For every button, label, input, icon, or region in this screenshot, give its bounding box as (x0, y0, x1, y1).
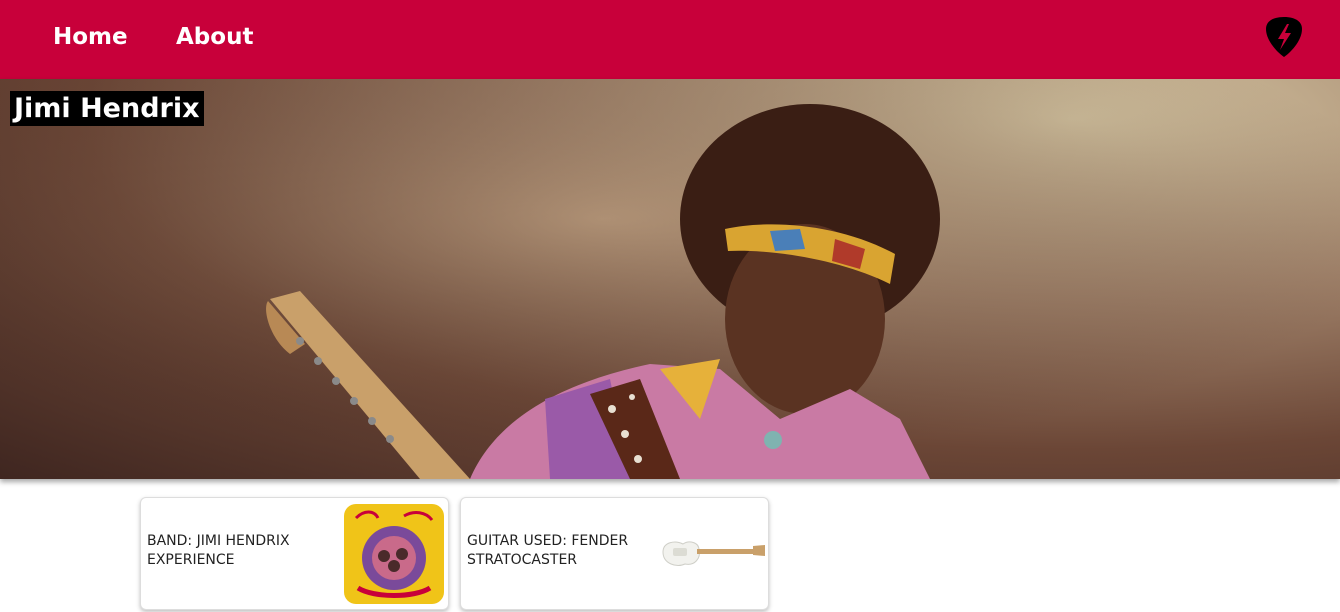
hero-banner: Jimi Hendrix (0, 79, 1340, 479)
guitar-pick-lightning-icon[interactable] (1264, 15, 1304, 59)
album-cover-image (344, 504, 444, 604)
band-card[interactable]: BAND: JIMI HENDRIX EXPERIENCE (140, 497, 449, 610)
guitar-card[interactable]: GUITAR USED: FENDER STRATOCASTER (460, 497, 769, 610)
nav-home-link[interactable]: Home (53, 22, 128, 52)
nav-about-link[interactable]: About (176, 22, 253, 52)
navbar: Home About (0, 0, 1340, 79)
hero-title: Jimi Hendrix (10, 91, 204, 126)
band-card-label: BAND: JIMI HENDRIX EXPERIENCE (147, 533, 290, 568)
jimi-hendrix-photo (0, 79, 1340, 479)
guitar-card-label: GUITAR USED: FENDER STRATOCASTER (467, 533, 629, 568)
fender-stratocaster-image (662, 541, 765, 566)
